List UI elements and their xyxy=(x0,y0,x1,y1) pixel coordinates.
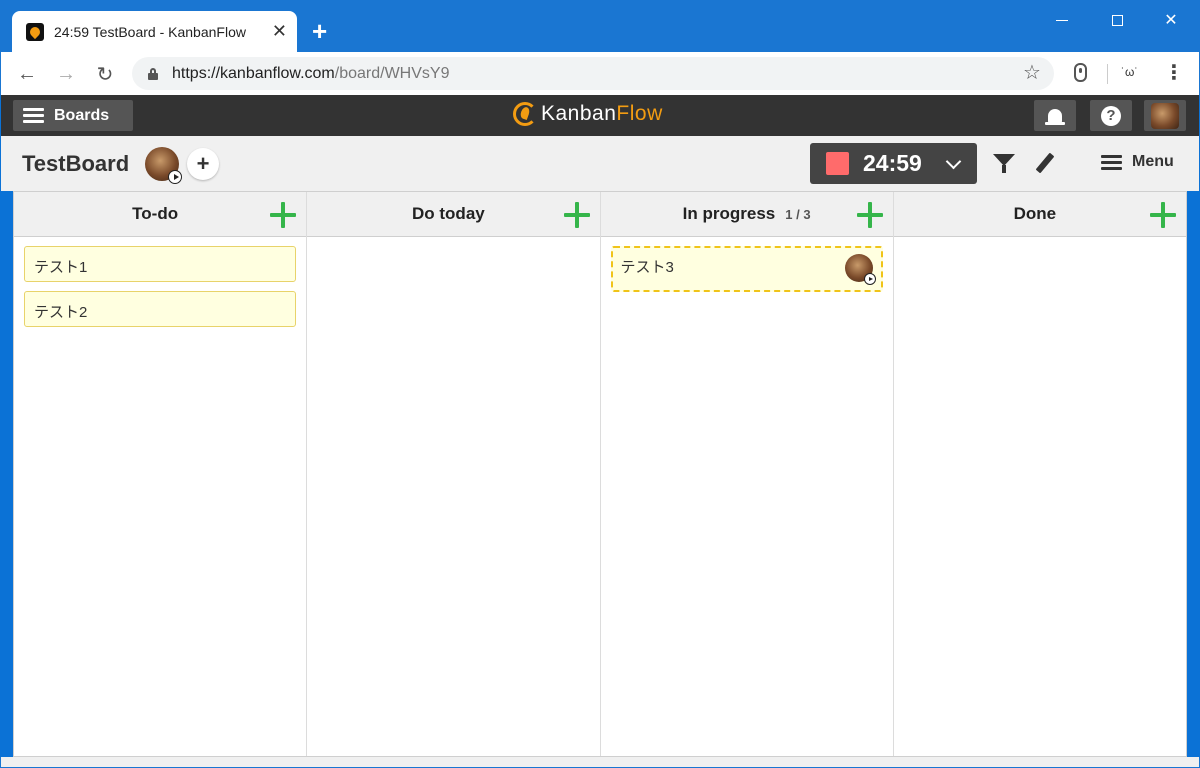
tab-title: 24:59 TestBoard - KanbanFlow xyxy=(54,23,246,40)
logo-text-flow: Flow xyxy=(616,102,663,125)
column-header: In progress 1 / 3 xyxy=(600,192,893,237)
task-card[interactable]: テスト1 xyxy=(24,246,297,282)
column-header: To-do xyxy=(14,192,307,237)
timer-color-swatch xyxy=(826,152,849,175)
window-minimize-button[interactable] xyxy=(1042,6,1082,34)
user-menu-button[interactable] xyxy=(1144,100,1186,131)
column-do-today: Do today xyxy=(307,192,601,756)
url-host: https://kanbanflow.com xyxy=(172,64,335,82)
task-list xyxy=(307,237,599,255)
task-title: テスト3 xyxy=(620,259,674,276)
browser-toolbar: ← → ↻ https://kanbanflow.com/board/WHVsY… xyxy=(0,52,1200,95)
window-close-button[interactable]: ✕ xyxy=(1151,6,1191,34)
bookmark-star-icon[interactable]: ☆ xyxy=(1023,62,1041,84)
kanbanflow-favicon-icon xyxy=(26,22,44,41)
add-member-button[interactable]: + xyxy=(187,148,219,180)
tab-close-icon[interactable]: ✕ xyxy=(272,21,287,41)
task-card[interactable]: テスト2 xyxy=(24,291,297,327)
board-member-avatar[interactable] xyxy=(145,147,182,184)
url-path: /board/WHVsY9 xyxy=(334,64,450,82)
hamburger-icon xyxy=(1101,154,1122,170)
browser-title-bar: 24:59 TestBoard - KanbanFlow ✕ + ✕ xyxy=(0,0,1200,52)
board-header: TestBoard + 24:59 Menu xyxy=(1,136,1199,191)
filter-icon[interactable] xyxy=(993,154,1015,173)
address-bar[interactable]: https://kanbanflow.com/board/WHVsY9 xyxy=(132,57,1054,90)
browser-tab[interactable]: 24:59 TestBoard - KanbanFlow ✕ xyxy=(12,11,297,52)
column-name[interactable]: Done xyxy=(1014,204,1057,224)
boards-button[interactable]: Boards xyxy=(13,100,133,131)
add-task-plus-icon[interactable] xyxy=(270,202,297,228)
add-task-plus-icon[interactable] xyxy=(563,202,590,228)
task-list: テスト1 テスト2 xyxy=(14,237,306,345)
task-list: テスト3 xyxy=(601,237,893,310)
hamburger-icon xyxy=(23,108,44,123)
column-done: Done xyxy=(893,192,1186,756)
back-arrow-icon[interactable]: ← xyxy=(15,62,39,86)
new-tab-icon[interactable]: + xyxy=(312,18,327,44)
kanban-board: To-do テスト1 テスト2 Do today In progress 1 /… xyxy=(13,191,1187,757)
add-task-plus-icon[interactable] xyxy=(1150,202,1176,228)
notifications-button[interactable] xyxy=(1034,100,1076,131)
logo-flame-icon xyxy=(513,102,537,126)
play-icon xyxy=(863,273,876,285)
help-button[interactable]: ? xyxy=(1090,100,1132,131)
column-to-do: To-do テスト1 テスト2 xyxy=(14,192,308,756)
face-extension-icon[interactable]: ˙ω˙ xyxy=(1121,65,1138,79)
column-header: Do today xyxy=(307,192,600,237)
browser-menu-icon[interactable]: ⋮ xyxy=(1164,62,1184,84)
kanbanflow-logo[interactable]: Kanban Flow xyxy=(513,102,663,126)
add-task-plus-icon[interactable] xyxy=(856,202,883,228)
toolbar-divider xyxy=(1107,64,1108,84)
play-icon xyxy=(168,170,182,184)
column-name[interactable]: To-do xyxy=(132,204,178,224)
mouse-extension-icon[interactable] xyxy=(1074,63,1087,82)
logo-text-kanban: Kanban xyxy=(541,102,617,125)
bell-icon xyxy=(1045,108,1065,125)
task-list xyxy=(894,237,1186,255)
wip-limit: 1 / 3 xyxy=(785,206,811,222)
pomodoro-timer-button[interactable]: 24:59 xyxy=(810,143,977,184)
column-header: Done xyxy=(893,192,1186,237)
menu-label: Menu xyxy=(1132,153,1174,170)
reload-icon[interactable]: ↻ xyxy=(93,62,117,86)
window-maximize-button[interactable] xyxy=(1097,6,1137,34)
app-top-bar: Boards Kanban Flow ? xyxy=(1,95,1199,136)
pencil-icon[interactable] xyxy=(1035,152,1055,174)
lock-icon[interactable] xyxy=(148,67,158,80)
task-card-active[interactable]: テスト3 xyxy=(610,246,883,292)
chevron-down-icon xyxy=(945,153,962,170)
board-title[interactable]: TestBoard xyxy=(22,151,129,177)
boards-label: Boards xyxy=(54,106,110,124)
column-in-progress: In progress 1 / 3 テスト3 xyxy=(600,192,894,756)
window-frame-bottom xyxy=(0,757,1200,768)
forward-arrow-icon[interactable]: → xyxy=(54,62,78,86)
user-avatar xyxy=(1151,102,1179,129)
column-name[interactable]: In progress xyxy=(683,204,776,224)
timer-countdown: 24:59 xyxy=(863,150,922,176)
column-name[interactable]: Do today xyxy=(412,204,485,224)
board-menu-button[interactable]: Menu xyxy=(1101,153,1174,171)
task-assignee-avatar[interactable] xyxy=(844,254,876,285)
help-icon: ? xyxy=(1101,105,1121,126)
